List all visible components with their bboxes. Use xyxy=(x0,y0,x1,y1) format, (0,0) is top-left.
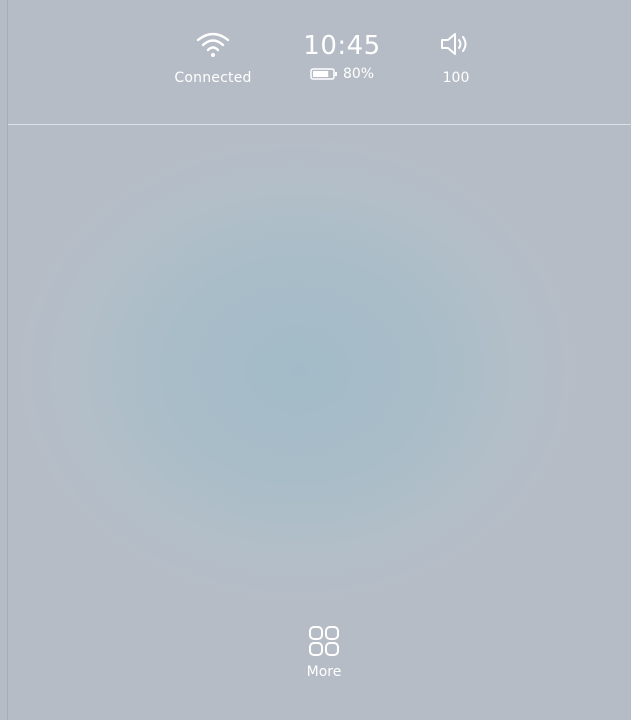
clock-battery: 10:45 80% xyxy=(292,30,392,82)
home-screen: Connected 10:45 80% 100 More xyxy=(7,0,631,720)
volume-label: 100 xyxy=(442,70,470,86)
speaker-icon xyxy=(441,33,467,55)
status-bar: Connected 10:45 80% 100 xyxy=(8,0,631,124)
battery-level-fill xyxy=(312,71,329,77)
more-label: More xyxy=(306,664,342,680)
battery-status: 80% xyxy=(292,66,392,82)
more-button[interactable]: More xyxy=(294,624,354,680)
wifi-status[interactable]: Connected xyxy=(173,30,253,86)
wifi-icon xyxy=(196,32,230,57)
clock: 10:45 xyxy=(303,31,381,61)
volume-status[interactable]: 100 xyxy=(426,30,486,86)
grid-icon xyxy=(309,626,339,656)
wifi-label: Connected xyxy=(174,70,252,86)
status-divider xyxy=(8,124,631,125)
battery-percent: 80% xyxy=(342,66,375,82)
battery-icon xyxy=(310,68,337,80)
